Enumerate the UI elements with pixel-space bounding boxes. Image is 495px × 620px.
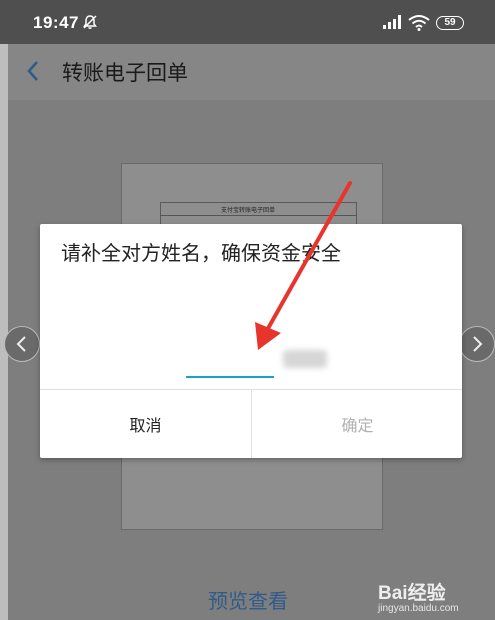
cancel-button[interactable]: 取消 xyxy=(40,390,251,458)
status-bar: 19:47 59 xyxy=(0,0,495,44)
verify-name-dialog: 请补全对方姓名，确保资金安全 取消 确定 xyxy=(40,224,462,458)
wifi-icon xyxy=(408,15,430,36)
next-button[interactable] xyxy=(459,326,495,362)
battery-icon: 59 xyxy=(436,16,464,30)
chevron-left-icon[interactable] xyxy=(26,60,40,86)
battery-level: 59 xyxy=(444,17,456,28)
masked-name-suffix xyxy=(283,350,327,368)
chevron-right-icon xyxy=(473,336,483,352)
preview-link[interactable]: 预览查看 xyxy=(208,585,288,614)
page-title: 转账电子回单 xyxy=(62,61,188,85)
previous-button[interactable] xyxy=(4,326,40,362)
signal-icon xyxy=(382,14,402,35)
name-input[interactable] xyxy=(186,346,274,378)
dialog-title: 请补全对方姓名，确保资金安全 xyxy=(61,241,341,265)
watermark-logo: Bai经验 xyxy=(378,583,446,604)
receipt-title: 支付宝转账电子回单 xyxy=(221,207,276,214)
watermark-url: jingyan.baidu.com xyxy=(378,603,459,614)
bell-off-icon xyxy=(82,14,98,35)
watermark: Bai经验 jingyan.baidu.com xyxy=(378,578,459,614)
receipt-row-divider xyxy=(161,215,356,216)
chevron-left-icon xyxy=(16,336,26,352)
app-bar: 转账电子回单 xyxy=(8,44,495,100)
status-time: 19:47 xyxy=(33,13,79,32)
confirm-button[interactable]: 确定 xyxy=(252,390,463,458)
